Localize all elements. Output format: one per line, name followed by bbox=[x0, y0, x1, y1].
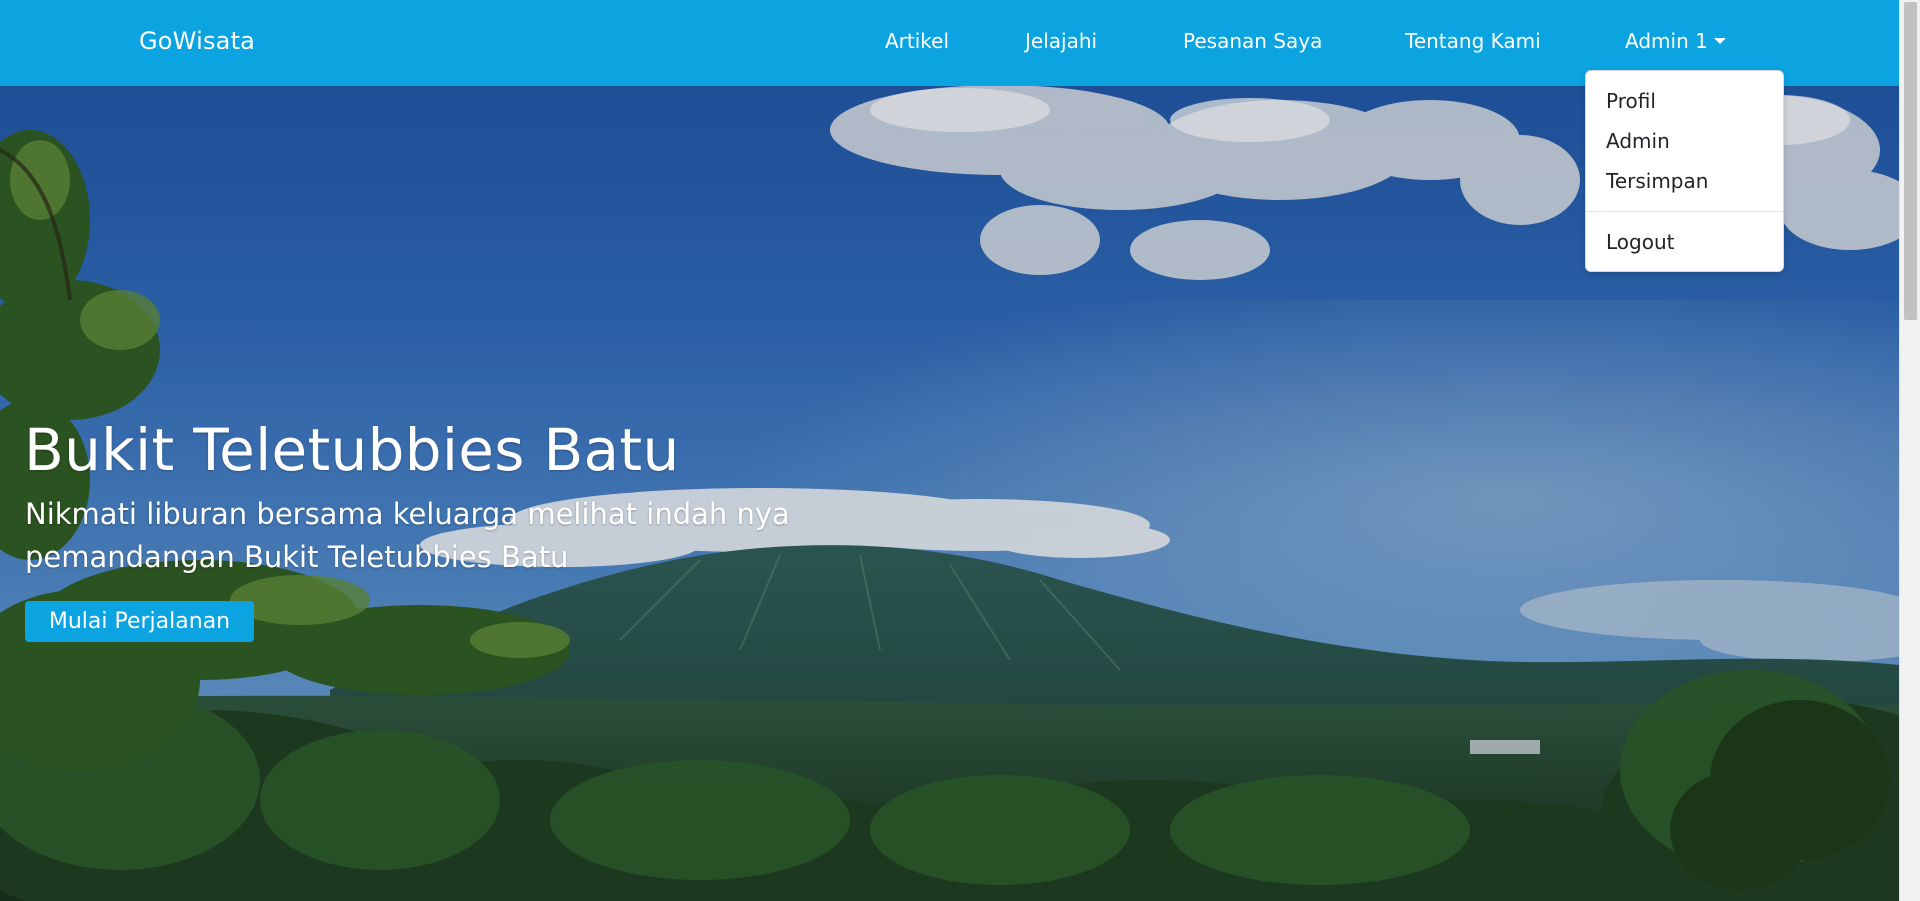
vertical-scrollbar[interactable] bbox=[1899, 0, 1920, 901]
user-menu-label: Admin 1 bbox=[1625, 29, 1708, 53]
nav-link-tentang-kami[interactable]: Tentang Kami bbox=[1405, 27, 1541, 55]
caret-down-icon bbox=[1713, 38, 1726, 44]
page: GoWisata Artikel Jelajahi Pesanan Saya T… bbox=[0, 0, 1920, 901]
brand-logo-link[interactable]: GoWisata bbox=[139, 24, 255, 58]
dropdown-item-logout[interactable]: Logout bbox=[1606, 228, 1674, 256]
user-menu-toggle[interactable]: Admin 1 bbox=[1625, 27, 1726, 55]
nav-link-artikel[interactable]: Artikel bbox=[885, 27, 949, 55]
nav-link-jelajahi[interactable]: Jelajahi bbox=[1025, 27, 1097, 55]
start-journey-button[interactable]: Mulai Perjalanan bbox=[25, 601, 254, 642]
dropdown-divider bbox=[1586, 211, 1783, 212]
dropdown-item-tersimpan[interactable]: Tersimpan bbox=[1606, 167, 1708, 195]
user-dropdown-menu: Profil Admin Tersimpan Logout bbox=[1585, 70, 1784, 272]
dropdown-item-admin[interactable]: Admin bbox=[1606, 127, 1670, 155]
nav-link-pesanan-saya[interactable]: Pesanan Saya bbox=[1183, 27, 1322, 55]
hero-title: Bukit Teletubbies Batu bbox=[24, 416, 680, 484]
scrollbar-thumb[interactable] bbox=[1904, 2, 1917, 320]
hero-subtitle: Nikmati liburan bersama keluarga melihat… bbox=[25, 497, 790, 574]
dropdown-item-profil[interactable]: Profil bbox=[1606, 87, 1656, 115]
